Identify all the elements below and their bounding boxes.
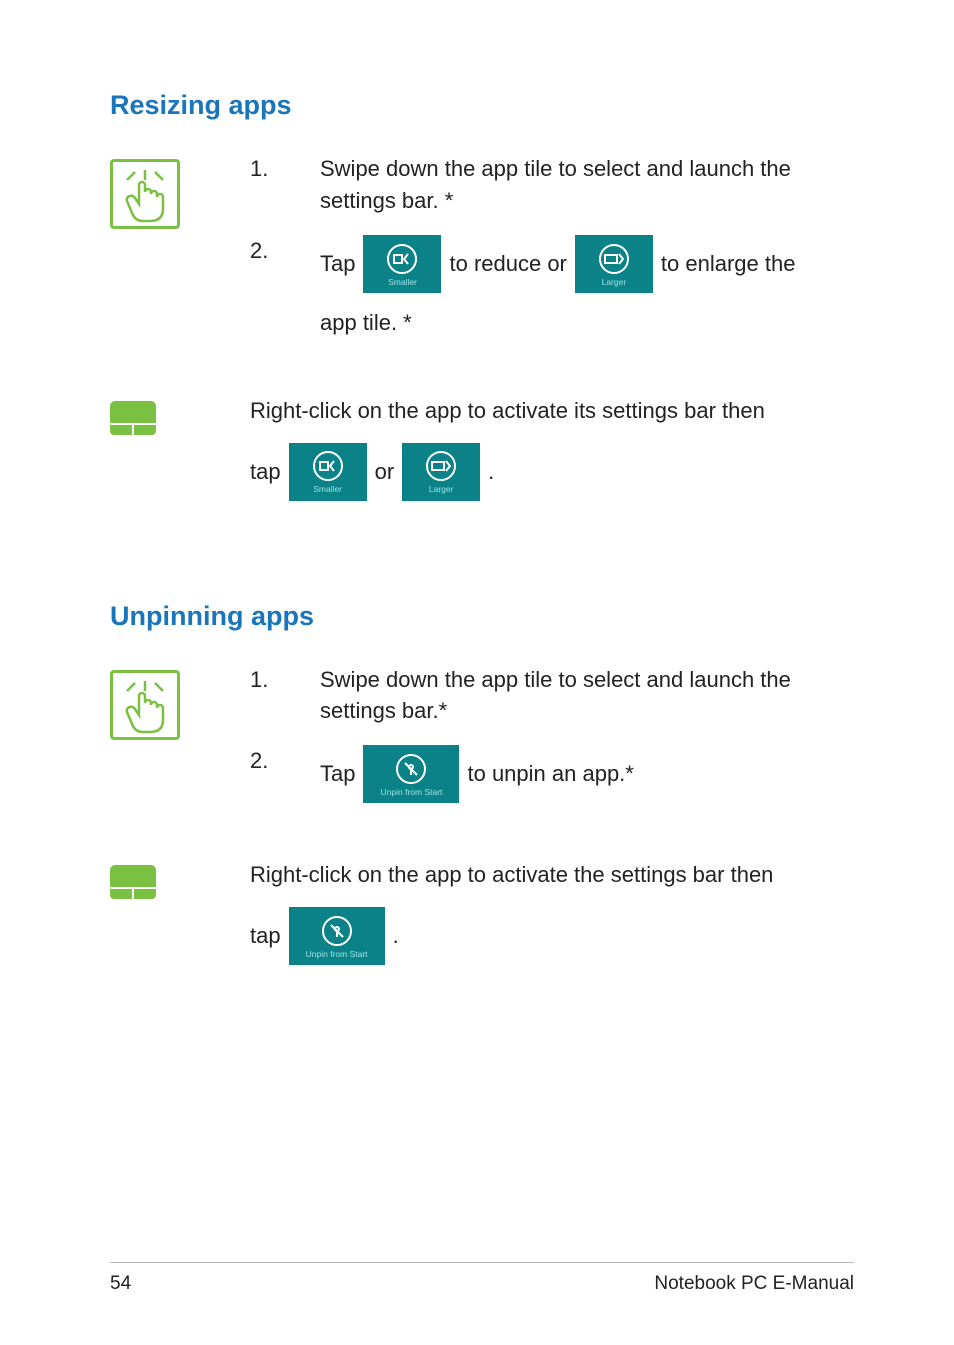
text-tap: tap [250, 920, 281, 952]
resizing-touchpad-line1: Right-click on the app to activate its s… [250, 395, 854, 427]
larger-tile-icon: Larger [575, 235, 653, 293]
text-to-enlarge-the: to enlarge the [661, 248, 796, 280]
touch-gesture-icon [110, 670, 180, 740]
step-number: 1. [250, 664, 320, 696]
unpinning-touchpad-line1: Right-click on the app to activate the s… [250, 859, 854, 891]
unpinning-touch-row: 1. Swipe down the app tile to select and… [110, 664, 854, 822]
resizing-touch-row: 1. Swipe down the app tile to select and… [110, 153, 854, 357]
unpin-tile-icon: Unpin from Start [289, 907, 385, 965]
smaller-tile-icon: Smaller [289, 443, 367, 501]
text-tap: Tap [320, 758, 355, 790]
heading-unpinning-apps: Unpinning apps [110, 601, 854, 632]
resizing-touch-step1: Swipe down the app tile to select and la… [320, 153, 854, 217]
manual-title: Notebook PC E-Manual [654, 1273, 854, 1295]
text-to-unpin-app: to unpin an app.* [467, 758, 633, 790]
heading-resizing-apps: Resizing apps [110, 90, 854, 121]
text-tap: tap [250, 456, 281, 488]
text-to-reduce-or: to reduce or [449, 248, 566, 280]
touch-gesture-icon [110, 159, 180, 229]
unpin-tile-icon: Unpin from Start [363, 745, 459, 803]
touchpad-icon [110, 865, 156, 899]
step-number: 2. [250, 235, 320, 267]
unpinning-touch-step1: Swipe down the app tile to select and la… [320, 664, 854, 728]
step-number: 2. [250, 745, 320, 777]
text-app-tile: app tile. * [320, 307, 854, 339]
page-number: 54 [110, 1273, 131, 1295]
larger-tile-icon: Larger [402, 443, 480, 501]
text-tap: Tap [320, 248, 355, 280]
page-footer: 54 Notebook PC E-Manual [110, 1262, 854, 1295]
smaller-tile-icon: Smaller [363, 235, 441, 293]
step-number: 1. [250, 153, 320, 185]
touchpad-icon [110, 401, 156, 435]
resizing-touchpad-row: Right-click on the app to activate its s… [110, 395, 854, 501]
text-or: or [375, 456, 395, 488]
text-period: . [393, 920, 399, 952]
unpinning-touchpad-row: Right-click on the app to activate the s… [110, 859, 854, 965]
text-period: . [488, 456, 494, 488]
